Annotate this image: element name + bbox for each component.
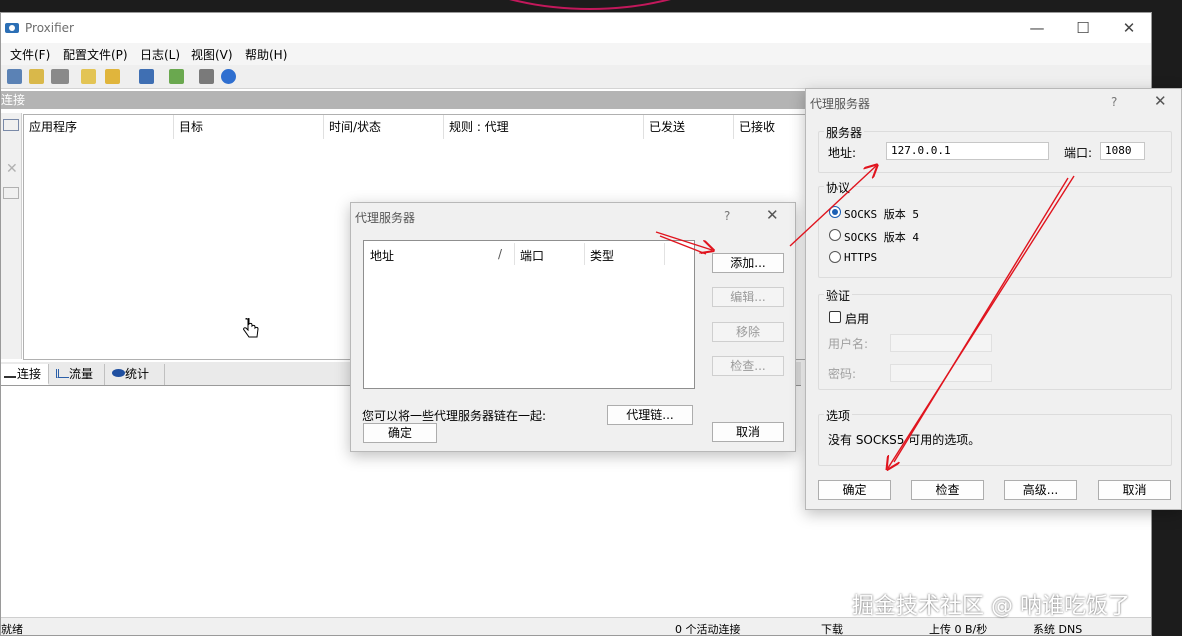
tab-connections-label: 连接 [17,367,42,381]
column-divider [514,243,515,265]
menu-view[interactable]: 视图(V) [191,46,233,63]
column-target[interactable]: 目标 [174,115,324,139]
https-radio[interactable] [829,251,841,263]
username-input[interactable] [890,334,992,352]
proxy-server-edit-title: 代理服务器 [810,97,871,111]
minimize-button[interactable]: — [1023,18,1051,40]
status-ready: 就绪 [1,623,23,636]
new-profile-icon[interactable] [81,69,96,84]
close-icon[interactable]: ✕ [766,206,779,224]
address-input[interactable]: 127.0.0.1 [886,142,1049,160]
statistics-tab-icon [112,369,125,377]
help-icon[interactable] [221,69,236,84]
https-label[interactable]: HTTPS [844,251,877,264]
connections-tab-icon [4,368,16,378]
socks4-radio[interactable] [829,229,841,241]
ok-button[interactable]: 确定 [818,480,891,500]
port-label: 端口: [1064,146,1093,160]
remove-proxy-button[interactable]: 移除 [712,322,784,342]
add-proxy-button[interactable]: 添加... [712,253,784,273]
open-profile-icon[interactable] [105,69,120,84]
save-profile-icon[interactable] [139,69,154,84]
options-group-label: 选项 [824,407,853,424]
column-application[interactable]: 应用程序 [24,115,174,139]
close-button[interactable]: ✕ [1115,18,1143,40]
column-port[interactable]: 端口 [520,247,544,264]
menu-help[interactable]: 帮助(H) [245,46,287,63]
protocol-group-label: 协议 [824,179,853,196]
tab-statistics-label: 统计 [125,367,150,381]
proxifier-app-icon [5,23,19,33]
window-title: Proxifier [25,21,74,35]
status-download: 下载 [821,623,843,636]
column-rule-proxy[interactable]: 规则 : 代理 [444,115,644,139]
socks5-label[interactable]: SOCKS 版本 5 [844,206,919,222]
cancel-button[interactable]: 取消 [712,422,784,442]
column-type[interactable]: 类型 [590,247,614,264]
traffic-tab-icon [56,369,69,378]
help-icon[interactable]: ? [724,209,730,223]
advanced-button[interactable]: 高级... [1004,480,1077,500]
status-dns: 系统 DNS [1033,623,1083,636]
edit-proxy-button[interactable]: 编辑... [712,287,784,307]
tab-traffic-label: 流量 [69,367,94,381]
status-upload: 上传 0 B/秒 [929,623,988,636]
proxification-rules-icon[interactable] [29,69,44,84]
cancel-button[interactable]: 取消 [1098,480,1171,500]
password-input[interactable] [890,364,992,382]
help-icon[interactable]: ? [1111,95,1117,109]
connections-header-label: 连接 [1,93,26,107]
auth-group [818,294,1172,390]
enable-auth-label[interactable]: 启用 [845,310,869,327]
proxy-chain-button[interactable]: 代理链... [607,405,693,425]
close-icon[interactable]: ✕ [1154,92,1167,110]
status-active-connections: 0 个活动连接 [675,623,741,636]
username-label: 用户名: [828,337,869,351]
menu-profile[interactable]: 配置文件(P) [63,46,128,63]
print-icon[interactable] [199,69,214,84]
check-button[interactable]: 检查 [911,480,984,500]
auth-group-label: 验证 [824,287,853,304]
columns-icon[interactable] [3,119,19,131]
title-bar[interactable]: Proxifier — ☐ ✕ [1,13,1151,43]
column-sent[interactable]: 已发送 [644,115,734,139]
menu-log[interactable]: 日志(L) [140,46,180,63]
check-proxy-button[interactable]: 检查... [712,356,784,376]
socks4-label[interactable]: SOCKS 版本 4 [844,229,919,245]
proxy-server-edit-dialog: 代理服务器 ? ✕ 服务器 地址: 127.0.0.1 端口: 1080 协议 … [805,88,1182,510]
password-label: 密码: [828,367,857,381]
ok-button[interactable]: 确定 [363,423,437,443]
enable-auth-checkbox[interactable] [829,311,841,323]
close-connection-icon[interactable]: ✕ [6,161,18,177]
side-toolstrip: ✕ [1,113,22,359]
desktop-wallpaper-curve [400,0,780,10]
detail-icon[interactable] [3,187,19,199]
column-divider [664,243,665,265]
proxy-list[interactable]: 地址 / 端口 类型 [363,240,695,389]
proxy-servers-dialog: 代理服务器 ? ✕ 地址 / 端口 类型 添加... 编辑... 移除 检查..… [350,202,796,452]
proxy-chain-hint: 您可以将一些代理服务器链在一起: [362,409,547,423]
socks5-radio[interactable] [829,206,841,218]
menu-file[interactable]: 文件(F) [10,46,50,63]
toolbar [1,65,1151,89]
sort-indicator: / [498,247,503,261]
column-address[interactable]: 地址 [370,247,394,264]
server-group-label: 服务器 [824,124,865,141]
address-label: 地址: [828,146,857,160]
column-divider [584,243,585,265]
watermark: 掘金技术社区 @ 呐谁吃饭了 [852,594,1130,619]
column-received[interactable]: 已接收 [734,115,814,139]
proxy-servers-icon[interactable] [7,69,22,84]
column-time-status[interactable]: 时间/状态 [324,115,444,139]
maximize-button[interactable]: ☐ [1069,18,1097,40]
hand-cursor-icon [243,318,259,338]
import-icon[interactable] [169,69,184,84]
name-resolution-icon[interactable] [51,69,69,84]
menu-bar: 文件(F) 配置文件(P) 日志(L) 视图(V) 帮助(H) [1,43,1151,65]
options-text: 没有 SOCKS5 可用的选项。 [828,433,981,447]
port-input[interactable]: 1080 [1100,142,1145,160]
proxy-servers-dialog-title: 代理服务器 [355,211,416,225]
